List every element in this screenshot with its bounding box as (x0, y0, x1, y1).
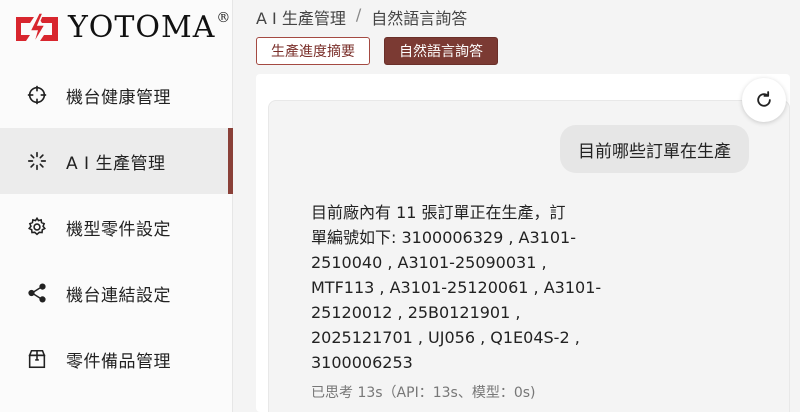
answer-line: 單編號如下: 3100006329 , A3101- (311, 228, 576, 247)
answer-line: 目前廠內有 11 張訂單正在生產，訂 (311, 203, 566, 222)
brand-name: YOTOMA (68, 10, 216, 45)
breadcrumb-separator: / (355, 5, 362, 24)
loading-spinner-icon (26, 150, 48, 172)
answer-line: 2510040 , A3101-25090031 , (311, 253, 547, 272)
sidebar: YOTOMA ® 機台健康管理 A I 生產管理 機型零件設定 機台連結設定 零… (0, 0, 233, 412)
sidebar-item-ai-production[interactable]: A I 生產管理 (0, 128, 233, 194)
sidebar-nav: 機台健康管理 A I 生產管理 機型零件設定 機台連結設定 零件備品管理 (0, 62, 233, 392)
package-icon (26, 348, 48, 370)
sidebar-item-machine-link[interactable]: 機台連結設定 (0, 260, 233, 326)
yotoma-logo-icon (16, 12, 58, 46)
answer-line: 25120012 , 25B0121901 , (311, 303, 521, 322)
brand-registered-mark: ® (216, 10, 231, 26)
sidebar-item-label: 機台健康管理 (66, 87, 171, 108)
refresh-button[interactable] (742, 78, 786, 122)
tab-bar: 生產進度摘要 自然語言詢答 (256, 37, 498, 65)
sidebar-item-label: A I 生產管理 (66, 153, 166, 174)
answer-line: MTF113 , A3101-25120061 , A3101- (311, 278, 602, 297)
gear-icon (26, 216, 48, 238)
share-icon (26, 282, 48, 304)
crosshair-icon (26, 84, 48, 106)
sidebar-item-label: 機型零件設定 (66, 219, 171, 240)
sidebar-item-model-parts[interactable]: 機型零件設定 (0, 194, 233, 260)
sidebar-item-spare-parts[interactable]: 零件備品管理 (0, 326, 233, 392)
brand-logo[interactable]: YOTOMA ® (12, 8, 230, 48)
breadcrumb-current: 自然語言詢答 (371, 9, 468, 28)
tab-production-summary[interactable]: 生產進度摘要 (256, 37, 370, 65)
sidebar-item-label: 機台連結設定 (66, 285, 171, 306)
user-message-bubble: 目前哪些訂單在生產 (560, 125, 749, 173)
assistant-answer: 目前廠內有 11 張訂單正在生產，訂 單編號如下: 3100006329 , A… (311, 200, 611, 375)
breadcrumb-parent[interactable]: A I 生產管理 (256, 5, 346, 29)
thinking-time-meta: 已思考 13s（API：13s、模型：0s) (311, 385, 536, 401)
answer-line: 3100006253 (311, 353, 413, 372)
tab-natural-language-qa[interactable]: 自然語言詢答 (384, 37, 498, 65)
refresh-icon (757, 91, 771, 107)
sidebar-item-label: 零件備品管理 (66, 351, 171, 372)
answer-line: 2025121701 , UJ056 , Q1E04S-2 , (311, 328, 580, 347)
sidebar-item-machine-health[interactable]: 機台健康管理 (0, 62, 233, 128)
breadcrumb: A I 生產管理 / 自然語言詢答 (256, 5, 467, 29)
